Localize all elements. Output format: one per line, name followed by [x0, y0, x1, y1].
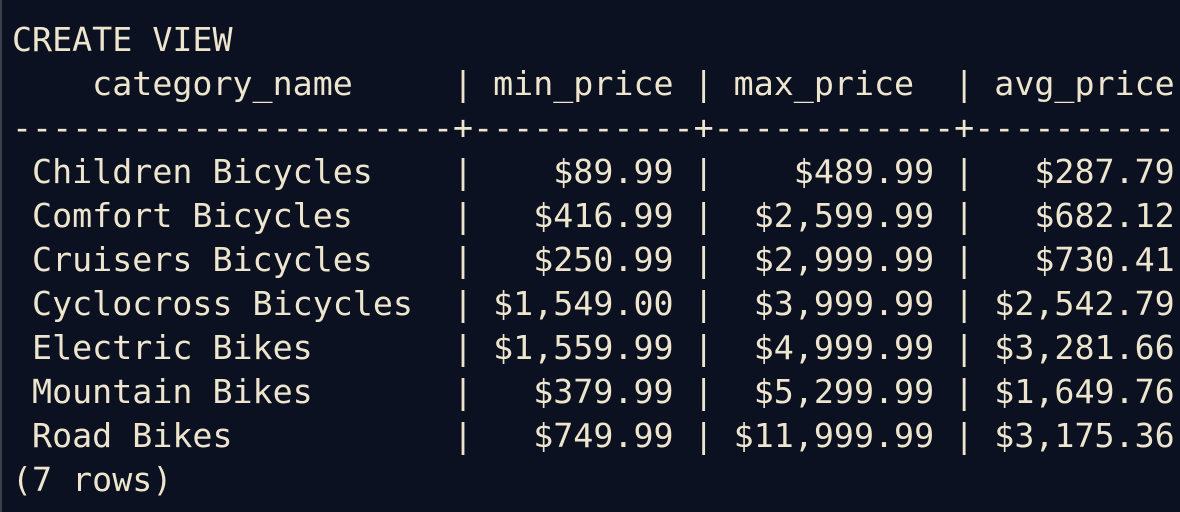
table-row: Cruisers Bicycles | $250.99 | $2,999.99 … [12, 240, 1175, 279]
table-row: Mountain Bikes | $379.99 | $5,299.99 | $… [12, 372, 1175, 411]
table-row: Cyclocross Bicycles | $1,549.00 | $3,999… [12, 284, 1175, 323]
table-row: Children Bicycles | $89.99 | $489.99 | $… [12, 152, 1175, 191]
table-row: Comfort Bicycles | $416.99 | $2,599.99 |… [12, 196, 1175, 235]
table-row: Electric Bikes | $1,559.99 | $4,999.99 |… [12, 328, 1175, 367]
terminal-window: CREATE VIEW category_name | min_price | … [0, 0, 1180, 512]
table-row: Road Bikes | $749.99 | $11,999.99 | $3,1… [12, 416, 1175, 455]
command-output-line: CREATE VIEW [12, 20, 233, 59]
row-count-footer: (7 rows) [12, 460, 173, 499]
table-header-row: category_name | min_price | max_price | … [12, 64, 1175, 103]
table-separator: ----------------------+-----------+-----… [12, 108, 1180, 147]
